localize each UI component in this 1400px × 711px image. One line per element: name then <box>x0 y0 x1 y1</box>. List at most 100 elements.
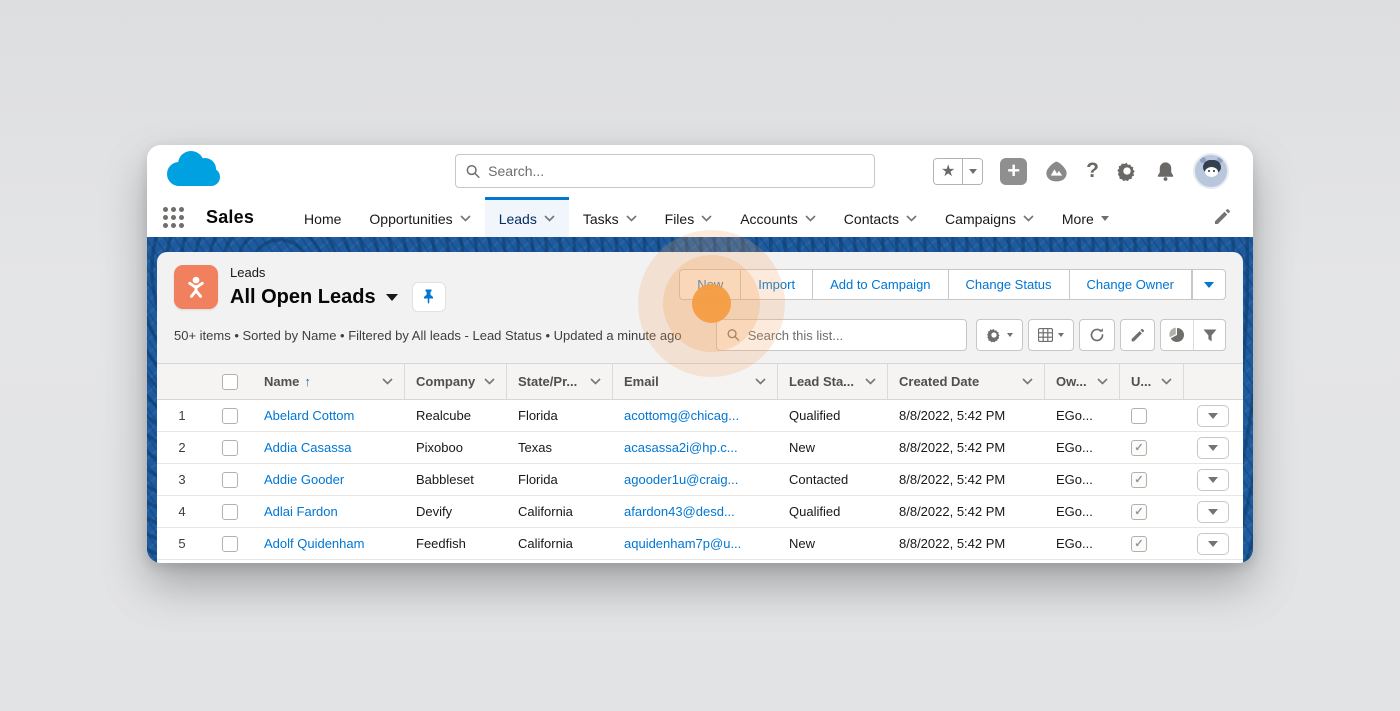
tab-more[interactable]: More <box>1048 197 1123 237</box>
owner-alias-cell: EGo... <box>1045 528 1120 559</box>
email-link[interactable]: afardon43@desd... <box>624 504 735 519</box>
column-header-email[interactable]: Email <box>613 364 778 399</box>
unread-checkbox[interactable] <box>1131 504 1147 520</box>
chevron-down-icon <box>1058 333 1064 337</box>
unread-checkbox[interactable] <box>1131 440 1147 456</box>
global-search[interactable] <box>455 154 875 188</box>
tab-leads[interactable]: Leads <box>485 197 569 237</box>
more-actions-caret-button[interactable] <box>1192 269 1226 300</box>
lead-name-link[interactable]: Adolf Quidenham <box>264 536 364 551</box>
setup-gear-icon[interactable] <box>1116 160 1138 182</box>
notifications-bell-icon[interactable] <box>1155 160 1176 182</box>
favorite-star-button[interactable]: ★ <box>934 159 962 184</box>
column-header-leadsta[interactable]: Lead Sta... <box>778 364 888 399</box>
edit-navigation-pencil-icon[interactable] <box>1213 197 1231 237</box>
lead-name-link[interactable]: Adlai Fardon <box>264 504 338 519</box>
row-number: 1 <box>157 400 207 431</box>
lead-name-link[interactable]: Addia Casassa <box>264 440 351 455</box>
unread-checkbox[interactable] <box>1131 472 1147 488</box>
add-to-campaign-button[interactable]: Add to Campaign <box>813 269 948 300</box>
select-all-checkbox[interactable] <box>207 364 253 399</box>
row-actions-button[interactable] <box>1197 469 1229 491</box>
list-view-selector-caret[interactable] <box>386 294 398 301</box>
lead-name-link[interactable]: Addie Gooder <box>264 472 344 487</box>
refresh-button[interactable] <box>1079 319 1115 351</box>
tab-label: Accounts <box>740 211 798 227</box>
inline-edit-button[interactable] <box>1120 319 1155 351</box>
tab-label: More <box>1062 211 1094 227</box>
caret-down-icon <box>1208 541 1218 547</box>
chevron-down-icon <box>1161 378 1172 385</box>
chevron-down-icon <box>1097 378 1108 385</box>
global-add-button[interactable]: + <box>1000 158 1027 185</box>
guidance-center-icon[interactable] <box>1044 159 1069 184</box>
tab-accounts[interactable]: Accounts <box>726 197 830 237</box>
tab-files[interactable]: Files <box>651 197 727 237</box>
list-settings-button[interactable] <box>976 319 1023 351</box>
list-search-input[interactable] <box>748 328 956 343</box>
table-row: 2Addia CasassaPixobooTexasacasassa2i@hp.… <box>157 432 1243 464</box>
pie-chart-icon <box>1169 327 1185 343</box>
tab-contacts[interactable]: Contacts <box>830 197 931 237</box>
unread-checkbox[interactable] <box>1131 536 1147 552</box>
column-header-createddate[interactable]: Created Date <box>888 364 1045 399</box>
pin-list-button[interactable] <box>412 282 446 312</box>
company-cell: Babbleset <box>405 464 507 495</box>
list-search[interactable] <box>716 319 967 351</box>
change-owner-button[interactable]: Change Owner <box>1070 269 1192 300</box>
display-as-button[interactable] <box>1028 319 1074 351</box>
column-header-statepr[interactable]: State/Pr... <box>507 364 613 399</box>
column-header-company[interactable]: Company <box>405 364 507 399</box>
row-number: 2 <box>157 432 207 463</box>
tab-campaigns[interactable]: Campaigns <box>931 197 1048 237</box>
filters-button[interactable] <box>1193 320 1225 350</box>
row-actions-button[interactable] <box>1197 533 1229 555</box>
state-cell: Florida <box>507 464 613 495</box>
table-row: 3Addie GooderBabblesetFloridaagooder1u@c… <box>157 464 1243 496</box>
row-actions-button[interactable] <box>1197 405 1229 427</box>
chevron-down-icon <box>1023 215 1034 222</box>
refresh-icon <box>1089 327 1105 343</box>
email-link[interactable]: agooder1u@craig... <box>624 472 738 487</box>
row-checkbox[interactable] <box>222 440 238 456</box>
charts-button[interactable] <box>1161 320 1193 350</box>
user-avatar[interactable] <box>1193 153 1229 189</box>
row-actions-button[interactable] <box>1197 501 1229 523</box>
column-header-name[interactable]: Name↑ <box>253 364 405 399</box>
unread-checkbox[interactable] <box>1131 408 1147 424</box>
global-search-input[interactable] <box>488 163 864 179</box>
chevron-down-icon <box>626 215 637 222</box>
tab-tasks[interactable]: Tasks <box>569 197 651 237</box>
table-header-row: Name↑CompanyState/Pr...EmailLead Sta...C… <box>157 364 1243 400</box>
help-icon[interactable]: ? <box>1086 159 1099 183</box>
new-button[interactable]: New <box>679 269 741 300</box>
chevron-down-icon <box>906 215 917 222</box>
app-launcher-icon[interactable] <box>163 207 184 228</box>
lead-name-link[interactable]: Abelard Cottom <box>264 408 354 423</box>
chevron-down-icon <box>755 378 766 385</box>
tab-opportunities[interactable]: Opportunities <box>355 197 484 237</box>
row-actions-button[interactable] <box>1197 437 1229 459</box>
tab-label: Opportunities <box>369 211 452 227</box>
change-status-button[interactable]: Change Status <box>949 269 1070 300</box>
row-checkbox[interactable] <box>222 504 238 520</box>
row-checkbox[interactable] <box>222 536 238 552</box>
list-view-panel: Leads All Open Leads <box>157 252 1243 563</box>
column-header-ow[interactable]: Ow... <box>1045 364 1120 399</box>
email-link[interactable]: acottomg@chicag... <box>624 408 739 423</box>
lead-status-cell: Qualified <box>778 496 888 527</box>
favorites-caret-button[interactable] <box>962 159 982 184</box>
created-date-cell: 8/8/2022, 5:42 PM <box>888 400 1045 431</box>
column-header-u[interactable]: U... <box>1120 364 1184 399</box>
import-button[interactable]: Import <box>741 269 813 300</box>
caret-down-icon <box>1208 445 1218 451</box>
tab-home[interactable]: Home <box>290 197 355 237</box>
row-checkbox[interactable] <box>222 472 238 488</box>
caret-down-icon <box>1208 413 1218 419</box>
row-number: 6 <box>157 560 207 563</box>
owner-alias-cell: EGo... <box>1045 432 1120 463</box>
email-link[interactable]: aquidenham7p@u... <box>624 536 741 551</box>
lead-status-cell: New <box>778 560 888 563</box>
row-checkbox[interactable] <box>222 408 238 424</box>
email-link[interactable]: acasassa2i@hp.c... <box>624 440 738 455</box>
